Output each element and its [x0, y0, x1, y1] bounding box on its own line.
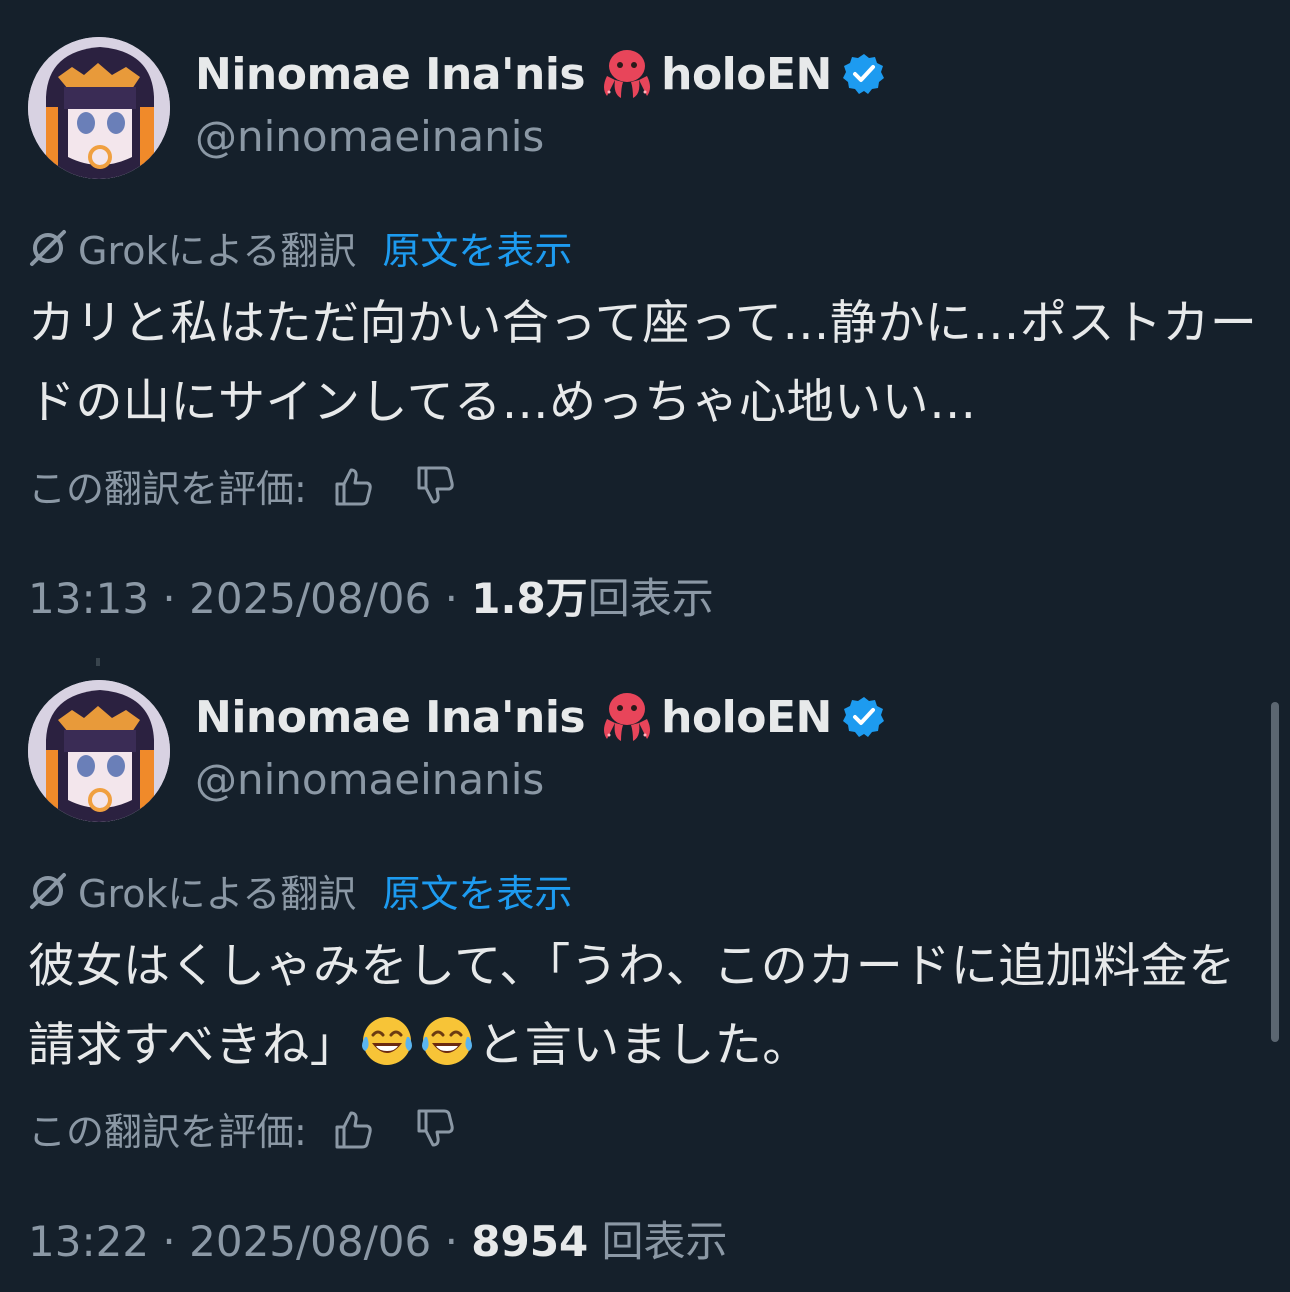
translation-label: Grokによる翻訳: [78, 229, 357, 273]
display-name-text: Ninomae Ina'nis: [195, 691, 586, 743]
rate-label: この翻訳を評価:: [28, 467, 307, 511]
tweet-text: 彼女はくしゃみをして、「うわ、このカードに追加料金を請求すべきね」 と言いました…: [28, 927, 1258, 1085]
thumbs-down-icon[interactable]: [413, 1107, 457, 1151]
view-count: 8954: [471, 1217, 589, 1266]
tweet-meta: 13:22 · 2025/08/06 · 8954 回表示: [28, 1208, 728, 1269]
show-original-link[interactable]: 原文を表示: [382, 220, 572, 275]
avatar-image: [28, 37, 170, 179]
tweet-date[interactable]: 2025/08/06: [189, 574, 431, 623]
handle[interactable]: @ninomaeinanis: [195, 112, 544, 161]
verified-badge-icon[interactable]: [842, 695, 886, 739]
avatar[interactable]: [28, 37, 170, 179]
face-with-tears-of-joy-icon: [362, 1017, 413, 1065]
rate-translation-row: この翻訳を評価:: [28, 1101, 457, 1156]
tweet-time[interactable]: 13:13: [28, 574, 149, 623]
translation-row: Grokによる翻訳 原文を表示: [28, 220, 572, 275]
thumbs-down-icon[interactable]: [413, 464, 457, 508]
tweet-time[interactable]: 13:22: [28, 1217, 149, 1266]
verified-badge-icon[interactable]: [842, 52, 886, 96]
thumbs-up-icon[interactable]: [331, 1107, 375, 1151]
octopus-icon: [599, 691, 655, 743]
meta-separator: ·: [162, 574, 176, 623]
translation-row: Grokによる翻訳 原文を表示: [28, 863, 572, 918]
meta-separator: ·: [444, 1217, 458, 1266]
meta-separator: ·: [444, 574, 458, 623]
display-name[interactable]: Ninomae Ina'nis holoEN: [195, 48, 886, 100]
tweet-meta: 13:13 · 2025/08/06 · 1.8万回表示: [28, 565, 714, 626]
thumbs-up-icon[interactable]: [331, 464, 375, 508]
display-name-suffix: holoEN: [661, 48, 832, 100]
thread-divider: [96, 658, 100, 666]
display-name-text: Ninomae Ina'nis: [195, 48, 586, 100]
face-with-tears-of-joy-icon: [422, 1017, 473, 1065]
view-count: 1.8万: [471, 574, 588, 623]
handle[interactable]: @ninomaeinanis: [195, 755, 544, 804]
grok-icon: [30, 872, 66, 909]
rate-translation-row: この翻訳を評価:: [28, 458, 457, 513]
tweet-text: カリと私はただ向かい合って座って…静かに…ポストカードの山にサインしてる…めっち…: [28, 296, 1258, 430]
avatar[interactable]: [28, 680, 170, 822]
display-name-suffix: holoEN: [661, 691, 832, 743]
tweet-date[interactable]: 2025/08/06: [189, 1217, 431, 1266]
view-label: 回表示: [587, 574, 714, 623]
display-name[interactable]: Ninomae Ina'nis holoEN: [195, 691, 886, 743]
view-label: 回表示: [601, 1217, 728, 1266]
octopus-icon: [599, 48, 655, 100]
rate-label: この翻訳を評価:: [28, 1110, 307, 1154]
meta-separator: ·: [162, 1217, 176, 1266]
scrollbar[interactable]: [1271, 702, 1279, 1042]
avatar-image: [28, 680, 170, 822]
grok-icon: [30, 229, 66, 266]
tweet-text-tail: と言いました。: [477, 1018, 810, 1073]
translation-label: Grokによる翻訳: [78, 872, 357, 916]
show-original-link[interactable]: 原文を表示: [382, 863, 572, 918]
